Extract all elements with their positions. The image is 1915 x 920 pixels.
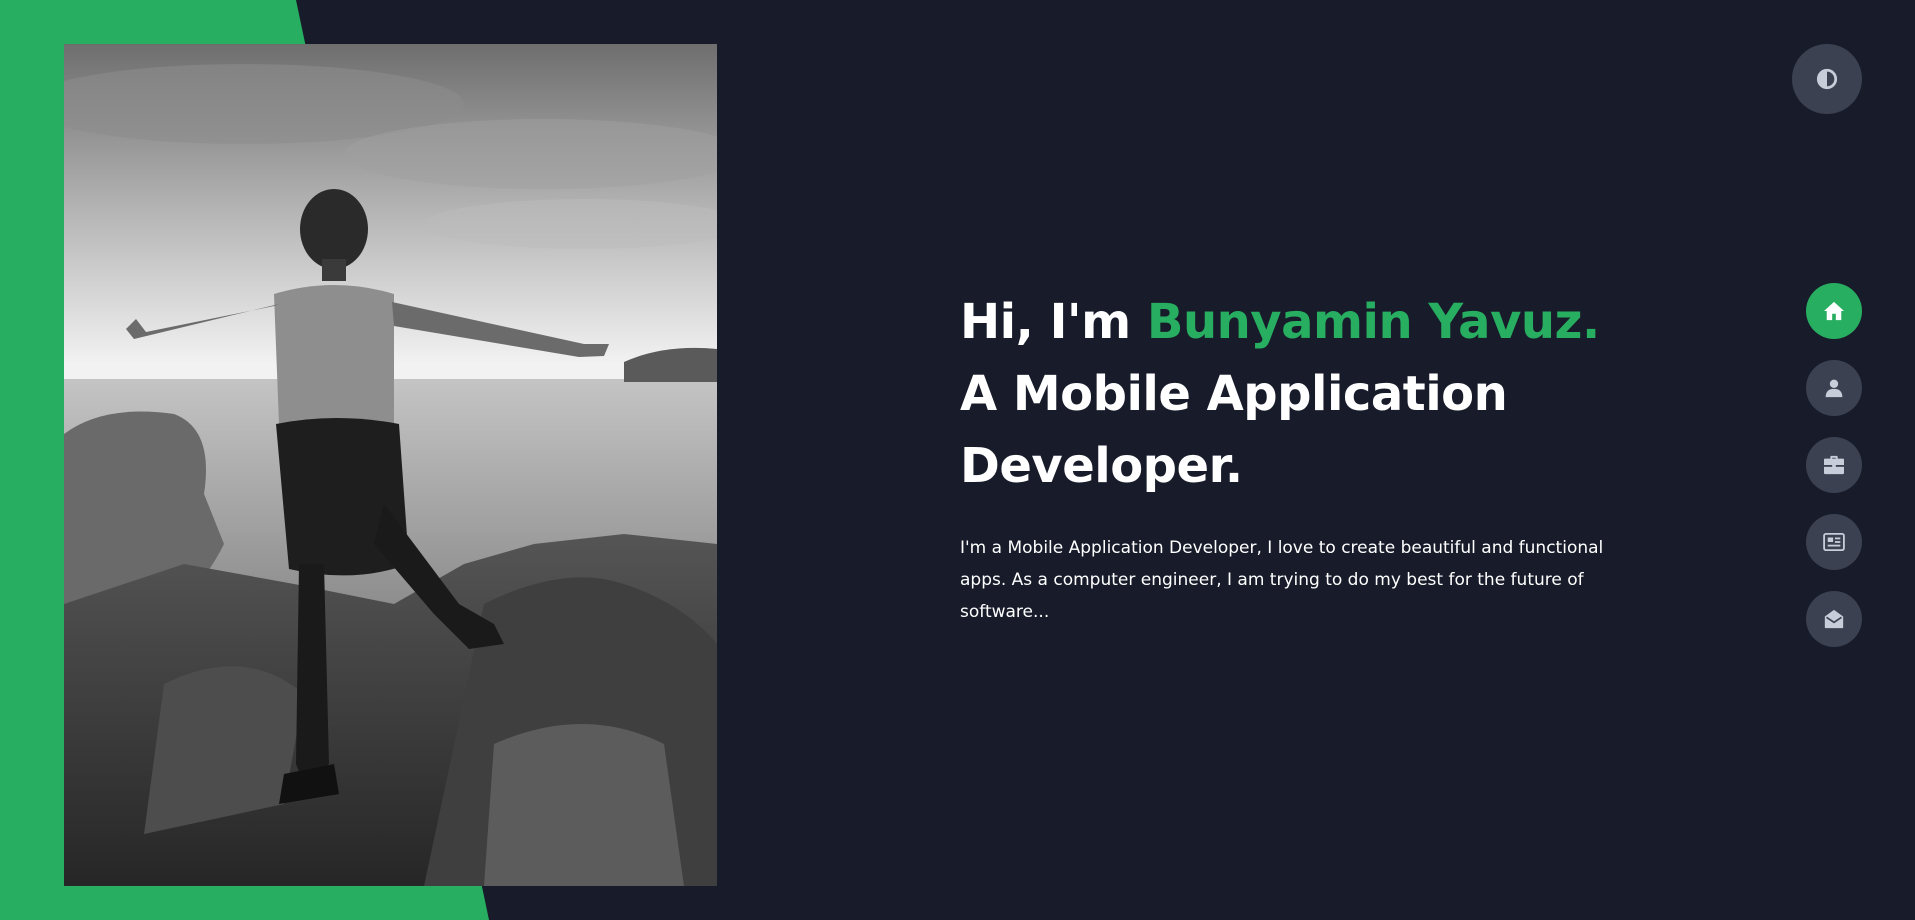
profile-photo [64,44,717,886]
briefcase-icon [1824,455,1844,475]
user-icon [1825,379,1843,398]
nav-home-button[interactable] [1806,283,1862,339]
nav-portfolio-button[interactable] [1806,437,1862,493]
nav-about-button[interactable] [1806,360,1862,416]
nav-contact-button[interactable] [1806,591,1862,647]
envelope-open-icon [1824,609,1844,629]
hero-role: A Mobile Application Developer. [960,366,1508,494]
contrast-icon [1816,68,1838,90]
hero-description: I'm a Mobile Application Developer, I lo… [960,538,1604,622]
side-nav [1806,283,1862,668]
home-icon [1824,301,1844,321]
hero-name: Bunyamin Yavuz. [1146,294,1600,350]
hero-heading: Hi, I'm Bunyamin Yavuz. A Mobile Applica… [960,286,1640,502]
theme-toggle-button[interactable] [1792,44,1862,114]
newspaper-icon [1823,533,1845,551]
hero-section: Hi, I'm Bunyamin Yavuz. A Mobile Applica… [960,286,1640,628]
hero-greeting: Hi, I'm [960,294,1147,350]
nav-blog-button[interactable] [1806,514,1862,570]
